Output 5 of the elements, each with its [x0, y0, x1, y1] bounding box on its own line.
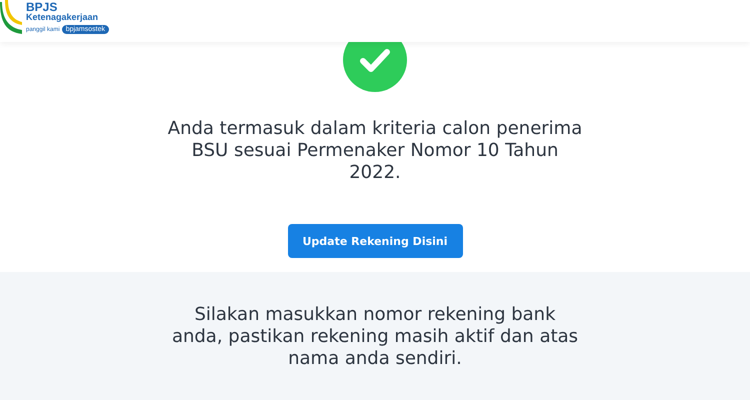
logo-title: BPJS — [26, 1, 58, 13]
eligibility-message: Anda termasuk dalam kriteria calon penerima BSU sesuai Permenaker Nomor 10 Tahun 2022. — [168, 118, 582, 184]
instruction-message: Silakan masukkan nomor rekening bank anda, pastikan rekening masih aktif dan atas nama anda sendiri. — [170, 304, 580, 370]
logo-subtitle: Ketenagakerjaan — [26, 13, 100, 22]
update-account-button[interactable]: Update Rekening Disini — [288, 224, 462, 258]
